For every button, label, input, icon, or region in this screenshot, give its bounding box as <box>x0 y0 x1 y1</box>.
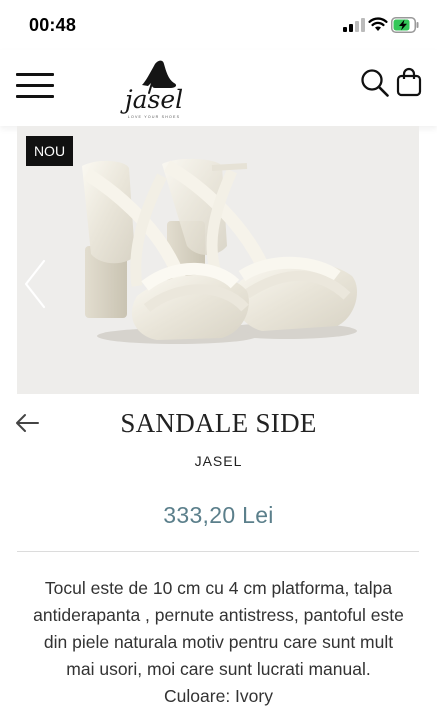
product-image[interactable] <box>17 126 419 394</box>
status-time: 00:48 <box>29 15 77 35</box>
description-line: mai usori, moi care sunt lucrati manual. <box>66 659 371 679</box>
new-badge: NOU <box>26 136 73 166</box>
product-brand[interactable]: JASEL <box>0 453 437 469</box>
description-line: Culoare: Ivory <box>164 686 273 706</box>
menu-icon[interactable] <box>16 73 54 101</box>
bag-icon[interactable] <box>396 67 422 97</box>
description-line: antiderapanta , pernute antistress, pant… <box>33 605 404 625</box>
product-description: Tocul este de 10 cm cu 4 cm platforma, t… <box>14 575 423 710</box>
divider <box>17 551 419 552</box>
wifi-icon <box>368 17 388 31</box>
description-line: din piele naturala motiv pentru care sun… <box>43 632 394 652</box>
product-title: SANDALE SIDE <box>120 408 317 438</box>
product-price: 333,20 Lei <box>163 502 274 528</box>
signal-icon <box>343 18 365 32</box>
battery-charging-icon <box>391 17 419 33</box>
jasel-logo[interactable]: jasel LOVE YOUR SHOES <box>106 55 202 121</box>
status-bar: 00:48 <box>0 0 437 50</box>
site-header: jasel LOVE YOUR SHOES <box>0 50 437 126</box>
search-icon[interactable] <box>360 68 390 98</box>
description-line: Tocul este de 10 cm cu 4 cm platforma, t… <box>44 578 393 598</box>
svg-text:jasel: jasel <box>120 85 183 114</box>
chevron-left-icon[interactable] <box>22 258 48 310</box>
svg-text:LOVE YOUR SHOES: LOVE YOUR SHOES <box>128 115 181 119</box>
